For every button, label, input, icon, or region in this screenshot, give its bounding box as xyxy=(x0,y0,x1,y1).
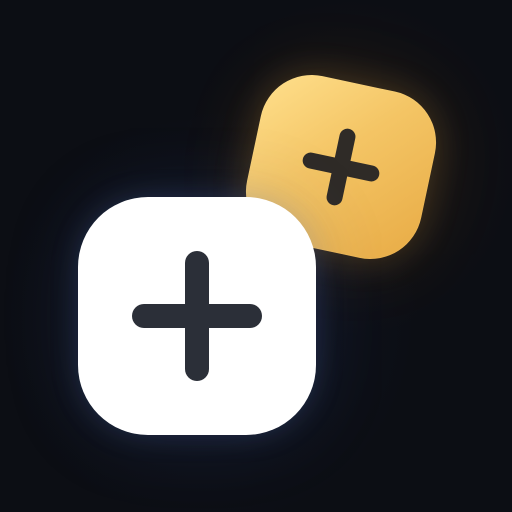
primary-add-tile xyxy=(78,197,316,435)
icon-scene xyxy=(0,0,512,512)
plus-icon xyxy=(132,251,262,381)
plus-icon xyxy=(295,121,388,214)
